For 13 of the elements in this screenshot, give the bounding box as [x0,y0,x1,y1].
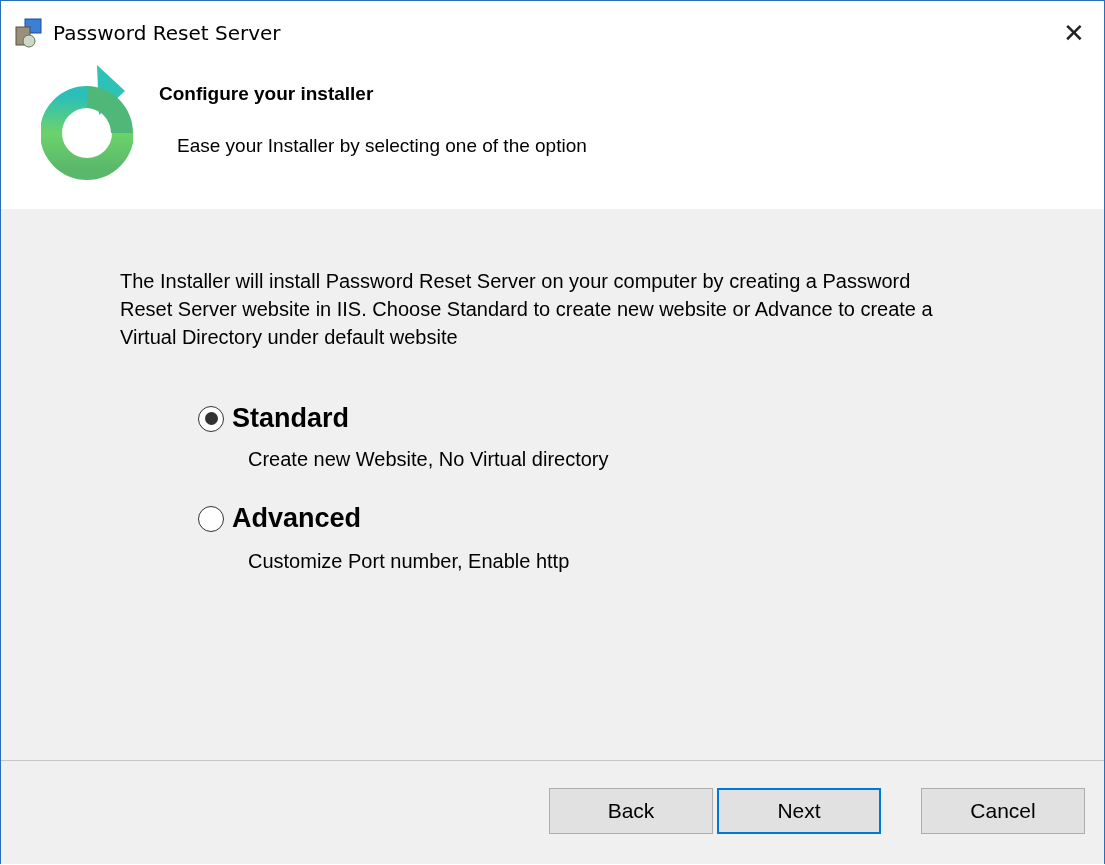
dialog-button[interactable]: Cancel [921,787,1085,834]
close-button[interactable]: ✕ [1044,8,1104,58]
option-description: Customize Port number, Enable http [248,549,571,573]
option-description: Create new Website, No Virtual directory [248,448,610,471]
dialog-button[interactable]: Back [549,787,713,834]
installer-app-icon [13,17,45,49]
radio-option[interactable]: Advanced [198,503,362,534]
page-heading: Configure your installer [159,83,375,105]
page-subtitle: Ease your Installer by selecting one of the option [177,135,587,157]
window-title: Password Reset Server [53,21,281,45]
description-text: The Installer will install Password Reset Server on your computer by creating a Password Reset Server website in IIS. Choose Standard to create new website or Advance to create a Virtual Directory under default website [120,269,934,350]
dialog-button[interactable]: Next [717,787,881,834]
radio-option[interactable]: Standard [198,403,350,434]
